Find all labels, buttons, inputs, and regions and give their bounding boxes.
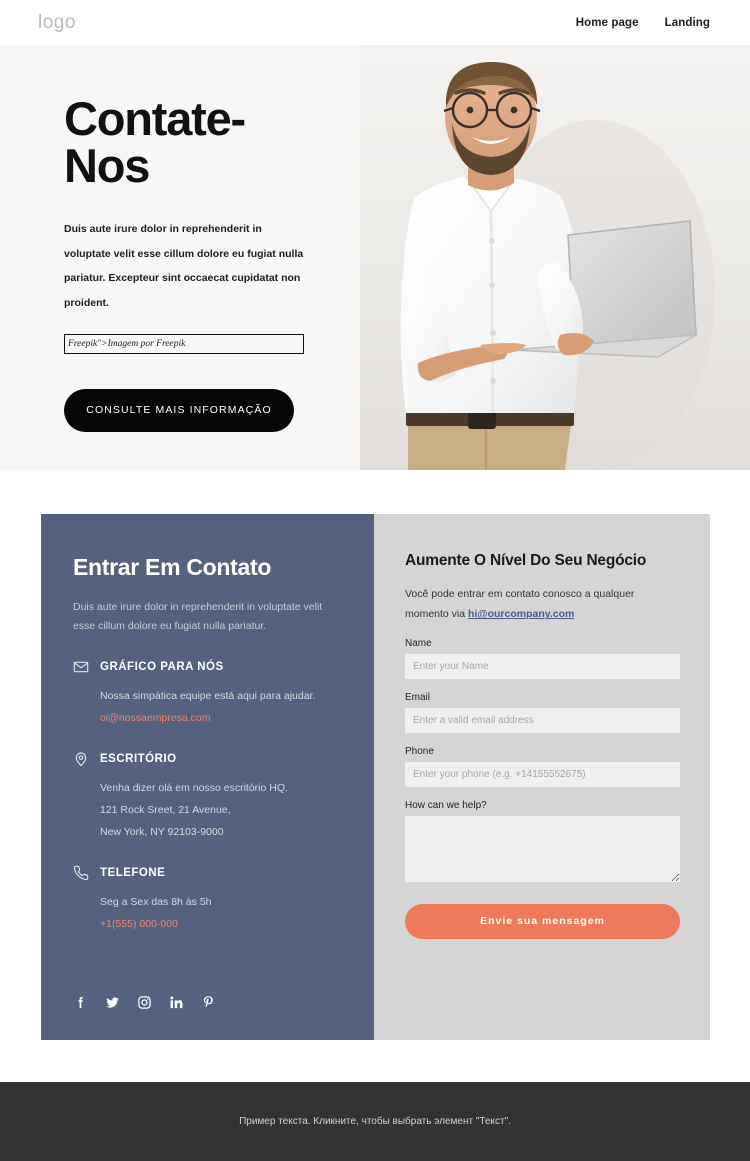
contact-block-header: ESCRITÓRIO <box>73 751 343 767</box>
contact-block-line: 121 Rock Sreet, 21 Avenue, <box>100 803 231 816</box>
map-pin-icon <box>75 752 87 767</box>
send-message-button[interactable]: Envie sua mensagem <box>405 903 680 939</box>
contact-block-title: GRÁFICO PARA NÓS <box>100 660 224 673</box>
site-header: logo Home page Landing <box>0 0 750 45</box>
form-subtitle: Você pode entrar em contato conosco a qu… <box>405 584 680 625</box>
nav-link-home-page[interactable]: Home page <box>576 17 639 29</box>
contact-section: Entrar Em Contato Duis aute irure dolor … <box>0 470 750 1082</box>
social-links <box>73 995 216 1010</box>
contact-info-subtitle: Duis aute irure dolor in reprehenderit i… <box>73 601 323 633</box>
field-email: Email <box>405 692 680 733</box>
logo[interactable]: logo <box>38 12 76 34</box>
twitter-icon[interactable] <box>105 995 120 1010</box>
field-phone: Phone <box>405 746 680 787</box>
nav-link-landing[interactable]: Landing <box>665 17 710 29</box>
contact-block-line: Nossa simpática equipe está aqui para aj… <box>100 689 316 702</box>
contact-block-body: Seg a Sex das 8h às 5h +1(555) 000-000 <box>73 891 343 935</box>
main-nav: Home page Landing <box>576 17 710 29</box>
field-label-email: Email <box>405 691 431 703</box>
email-link[interactable]: oi@nossaempresa.com <box>100 707 343 729</box>
envelope-icon <box>73 661 89 673</box>
phone-input[interactable] <box>405 761 680 787</box>
email-input[interactable] <box>405 707 680 733</box>
image-attribution-box[interactable]: Freepik">Imagem por Freepik <box>64 333 304 354</box>
linkedin-icon[interactable] <box>169 995 184 1010</box>
contact-info-title: Entrar Em Contato <box>73 554 272 580</box>
page-title: Contate-Nos <box>64 92 246 192</box>
contact-block-line: Seg a Sex das 8h às 5h <box>100 896 212 909</box>
facebook-icon[interactable] <box>73 995 88 1010</box>
contact-panels: Entrar Em Contato Duis aute irure dolor … <box>41 514 710 1040</box>
image-attribution-text: Freepik">Imagem por Freepik <box>68 338 186 349</box>
consult-more-info-button[interactable]: CONSULTE MAIS INFORMAÇÃO <box>64 388 294 432</box>
message-textarea[interactable] <box>405 815 680 882</box>
field-label-name: Name <box>405 637 432 649</box>
field-name: Name <box>405 638 680 679</box>
footer-text[interactable]: Пример текста. Кликните, чтобы выбрать э… <box>239 1116 511 1127</box>
contact-form-panel: Aumente O Nível Do Seu Negócio Você pode… <box>374 514 710 1040</box>
contact-block-office: ESCRITÓRIO Venha dizer olá em nosso escr… <box>73 751 343 843</box>
contact-block-header: TELEFONE <box>73 865 343 881</box>
contact-block-body: Venha dizer olá em nosso escritório HQ. … <box>73 777 343 843</box>
field-label-phone: Phone <box>405 745 434 757</box>
hero-section: Contate-Nos Duis aute irure dolor in rep… <box>0 45 750 470</box>
contact-block-line: Venha dizer olá em nosso escritório HQ. <box>100 781 288 794</box>
phone-link[interactable]: +1(555) 000-000 <box>100 913 343 935</box>
instagram-icon[interactable] <box>137 995 152 1010</box>
company-email-link[interactable]: hi@ourcompany.com <box>468 608 574 620</box>
field-label-message: How can we help? <box>405 799 487 811</box>
contact-block-email: GRÁFICO PARA NÓS Nossa simpática equipe … <box>73 659 343 729</box>
contact-block-body: Nossa simpática equipe está aqui para aj… <box>73 685 343 729</box>
form-title: Aumente O Nível Do Seu Negócio <box>405 552 647 569</box>
hero-content: Contate-Nos Duis aute irure dolor in rep… <box>0 45 420 470</box>
hero-paragraph: Duis aute irure dolor in reprehenderit i… <box>64 223 304 310</box>
phone-icon <box>73 865 89 881</box>
name-input[interactable] <box>405 653 680 679</box>
contact-block-title: TELEFONE <box>100 867 166 880</box>
site-footer: Пример текста. Кликните, чтобы выбрать э… <box>0 1082 750 1161</box>
pinterest-icon[interactable] <box>201 995 216 1010</box>
contact-block-phone: TELEFONE Seg a Sex das 8h às 5h +1(555) … <box>73 865 343 935</box>
contact-block-header: GRÁFICO PARA NÓS <box>73 659 343 675</box>
contact-info-panel: Entrar Em Contato Duis aute irure dolor … <box>41 514 374 1040</box>
field-message: How can we help? <box>405 800 680 882</box>
contact-block-title: ESCRITÓRIO <box>100 752 177 765</box>
contact-block-line: New York, NY 92103-9000 <box>100 826 224 839</box>
